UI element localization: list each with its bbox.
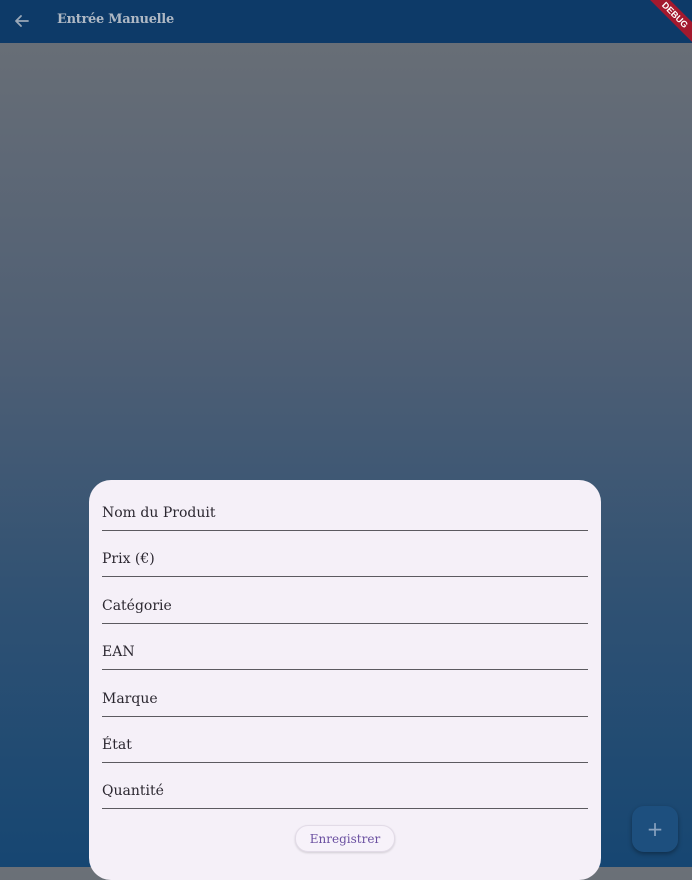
arrow-back-icon [15, 15, 29, 27]
category-field[interactable]: Catégorie [102, 593, 588, 624]
condition-label: État [102, 737, 132, 753]
debug-banner: DEBUG [638, 0, 692, 52]
quantity-field[interactable]: Quantité [102, 778, 588, 809]
back-button[interactable] [12, 11, 32, 31]
plus-icon: + [646, 817, 664, 841]
app-bar: Entrée Manuelle DEBUG [0, 0, 692, 52]
brand-label: Marque [102, 691, 158, 707]
add-button[interactable]: + [632, 806, 678, 852]
price-label: Prix (€) [102, 551, 155, 567]
category-label: Catégorie [102, 598, 172, 614]
page-title: Entrée Manuelle [57, 12, 174, 27]
save-button[interactable]: Enregistrer [295, 825, 395, 852]
quantity-label: Quantité [102, 783, 164, 799]
ean-field[interactable]: EAN [102, 639, 588, 670]
condition-field[interactable]: État [102, 732, 588, 763]
price-field[interactable]: Prix (€) [102, 546, 588, 577]
product-form-card: Nom du Produit Prix (€) Catégorie EAN Ma… [89, 480, 601, 880]
ean-label: EAN [102, 644, 135, 660]
brand-field[interactable]: Marque [102, 686, 588, 717]
product-name-label: Nom du Produit [102, 505, 216, 521]
product-name-field[interactable]: Nom du Produit [102, 500, 588, 531]
